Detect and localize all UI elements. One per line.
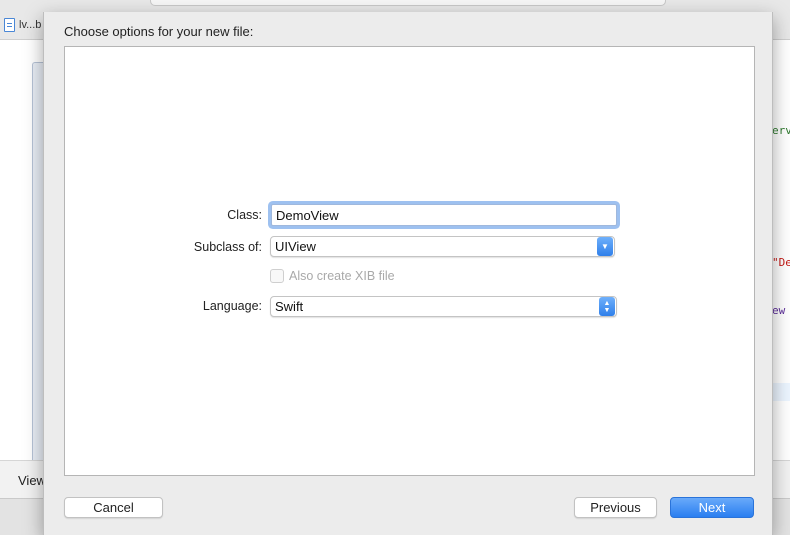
language-popup[interactable]: Swift ▲ ▼ [270,296,617,317]
cancel-button[interactable]: Cancel [64,497,163,518]
file-icon [4,18,15,32]
new-file-sheet: Choose options for your new file: Class:… [43,12,773,535]
code-fragment: erv [772,124,790,137]
language-label: Language: [202,299,262,313]
language-value: Swift [275,299,304,314]
class-name-input[interactable] [271,204,617,226]
file-tab-label: lv...b [19,19,42,31]
options-panel [64,46,755,476]
next-button[interactable]: Next [670,497,754,518]
subclass-popup[interactable]: UIView ▼ [270,236,615,257]
background-bottom-label: View [18,473,46,488]
activity-view [150,0,666,6]
xib-checkbox-row: Also create XIB file [270,269,395,283]
sheet-title: Choose options for your new file: [64,24,254,39]
popup-arrows-icon: ▲ ▼ [599,297,615,316]
previous-button[interactable]: Previous [574,497,657,518]
subclass-label: Subclass of: [193,240,262,254]
background-line-highlight [772,383,790,401]
code-fragment: ew [772,304,786,317]
xib-checkbox [270,269,284,283]
background-file-tab[interactable]: lv...b [0,14,41,36]
chevron-down-icon: ▼ [597,237,613,256]
class-label: Class: [227,208,262,222]
subclass-value: UIView [275,239,316,254]
xib-checkbox-label: Also create XIB file [289,269,395,283]
code-fragment: "De [772,256,790,269]
